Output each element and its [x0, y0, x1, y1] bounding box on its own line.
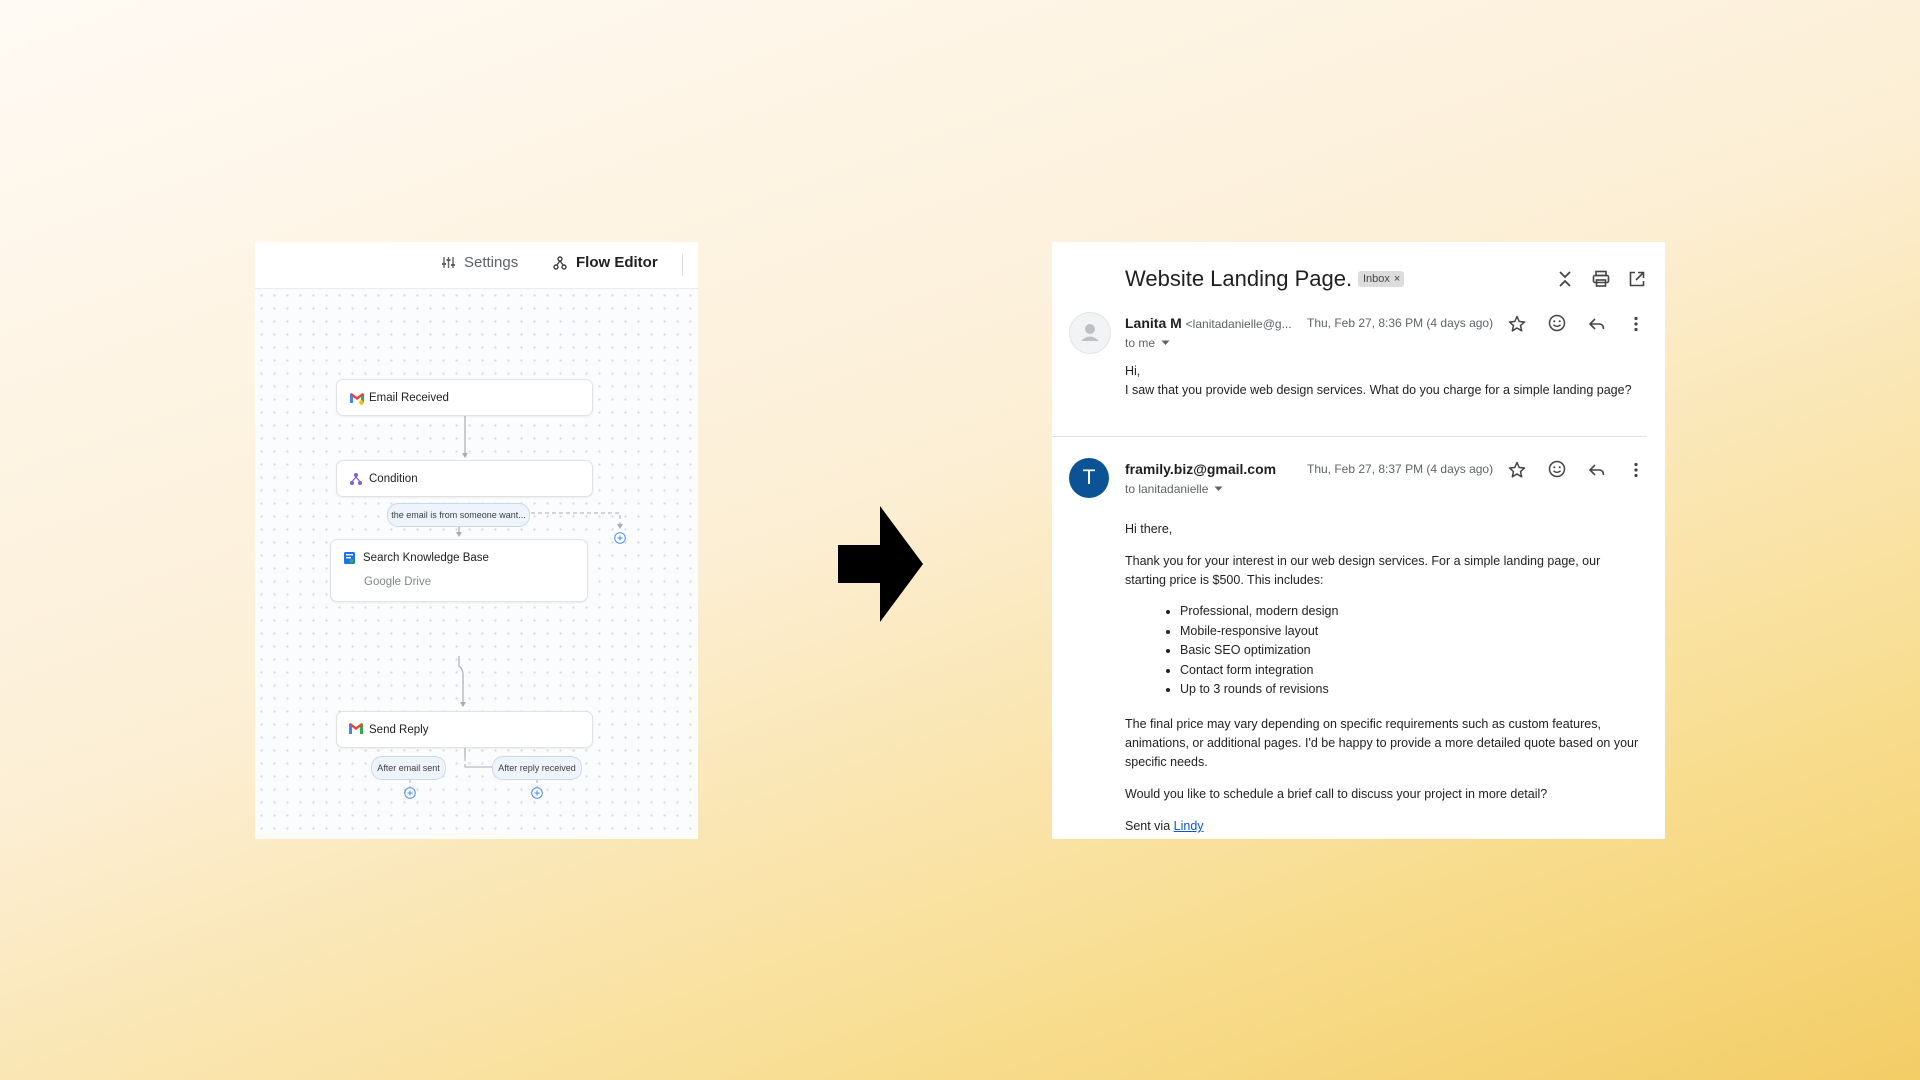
list-item: Up to 3 rounds of revisions: [1180, 680, 1338, 700]
tab-settings[interactable]: Settings: [442, 254, 518, 271]
default-person-icon: [1081, 324, 1099, 341]
signature-prefix: Sent via: [1125, 819, 1174, 833]
message2-intro: Thank you for your interest in our web d…: [1125, 554, 1601, 587]
star-icon[interactable]: [1507, 460, 1527, 480]
condition-icon: [350, 473, 362, 485]
node-send-reply[interactable]: Send Reply: [336, 711, 593, 748]
inbox-label-text: Inbox: [1363, 273, 1390, 285]
sender-avatar-letter: T: [1082, 466, 1096, 489]
tab-settings-label: Settings: [464, 254, 519, 271]
list-item: Professional, modern design: [1180, 602, 1338, 622]
node-search-kb-title: Search Knowledge Base: [363, 552, 489, 564]
chevron-down-icon: [1161, 340, 1170, 345]
message1-body: I saw that you provide web design servic…: [1125, 383, 1632, 397]
after-reply-received-label: After reply received: [498, 763, 576, 773]
right-arrow-icon: [838, 506, 923, 622]
flow-icon: [553, 255, 567, 270]
after-email-sent-label: After email sent: [377, 763, 440, 773]
star-icon[interactable]: [1507, 314, 1527, 334]
node-send-reply-title: Send Reply: [369, 724, 429, 736]
message-separator: [1052, 436, 1647, 437]
print-icon[interactable]: [1591, 269, 1611, 289]
node-search-kb-source: Google Drive: [364, 576, 432, 588]
sender-avatar[interactable]: [1069, 312, 1111, 354]
node-email-received-title: Email Received: [369, 392, 449, 404]
after-email-sent-pill[interactable]: After email sent: [371, 756, 446, 780]
feature-list: Professional, modern design Mobile-respo…: [1125, 602, 1338, 700]
message1-greeting: Hi,: [1125, 364, 1141, 378]
message1-sender: Lanita M <lanitadanielle@g...: [1125, 315, 1292, 331]
list-item: Mobile-responsive layout: [1180, 622, 1338, 642]
collapse-all-icon[interactable]: [1555, 269, 1575, 289]
email-thread-panel: Website Landing Page. Inbox × Lanita M <…: [1052, 242, 1665, 839]
add-step-icon[interactable]: [404, 787, 416, 799]
message1-recipients[interactable]: to me: [1125, 336, 1170, 350]
message1-sender-name: Lanita M: [1125, 315, 1182, 331]
gmail-icon: [349, 723, 363, 734]
message2-greeting: Hi there,: [1125, 522, 1173, 536]
email-subject: Website Landing Page.: [1125, 266, 1353, 291]
flow-canvas[interactable]: Email Received Condition the email is fr…: [255, 289, 698, 839]
after-reply-received-pill[interactable]: After reply received: [492, 756, 582, 780]
tab-flow-editor-label: Flow Editor: [576, 254, 658, 271]
flow-editor-header: Settings Flow Editor: [255, 242, 698, 289]
emoji-reaction-icon[interactable]: [1547, 313, 1567, 333]
sender-avatar[interactable]: T: [1069, 458, 1109, 498]
list-item: Contact form integration: [1180, 661, 1338, 681]
condition-branch-pill[interactable]: the email is from someone want...: [387, 503, 530, 527]
knowledge-base-icon: [344, 552, 355, 564]
lindy-link[interactable]: Lindy: [1174, 819, 1204, 833]
message2-recipients[interactable]: to lanitadanielle: [1125, 482, 1223, 496]
node-condition-title: Condition: [369, 473, 418, 485]
emoji-reaction-icon[interactable]: [1547, 459, 1567, 479]
inbox-label-remove[interactable]: ×: [1394, 273, 1400, 285]
settings-sliders-icon: [442, 257, 455, 268]
more-options-icon[interactable]: [1626, 460, 1646, 480]
reply-icon[interactable]: [1587, 314, 1607, 334]
flow-editor-panel: Settings Flow Editor Email Received Cond…: [255, 242, 698, 839]
more-options-icon[interactable]: [1626, 314, 1646, 334]
message1-sender-email: <lanitadanielle@g...: [1185, 317, 1292, 331]
condition-branch-label: the email is from someone want...: [391, 510, 526, 520]
chevron-down-icon: [1214, 486, 1223, 491]
node-search-knowledge-base[interactable]: Search Knowledge Base Google Drive: [330, 539, 588, 602]
message2-question: Would you like to schedule a brief call …: [1125, 787, 1548, 801]
header-divider: [682, 254, 683, 276]
gmail-icon: [350, 393, 364, 405]
node-condition[interactable]: Condition: [336, 460, 593, 497]
message2-signature: Sent via Lindy: [1125, 817, 1204, 836]
message2-sender-email: framily.biz@gmail.com: [1125, 461, 1277, 477]
open-in-new-window-icon[interactable]: [1627, 269, 1647, 289]
reply-icon[interactable]: [1587, 460, 1607, 480]
message2-pricing-note: The final price may vary depending on sp…: [1125, 717, 1639, 769]
message2-to-label: to lanitadanielle: [1125, 482, 1209, 496]
message2-date: Thu, Feb 27, 8:37 PM (4 days ago): [1307, 462, 1494, 476]
list-item: Basic SEO optimization: [1180, 641, 1338, 661]
tab-flow-editor[interactable]: Flow Editor: [553, 254, 658, 271]
message1-to-label: to me: [1125, 336, 1156, 350]
message1-date: Thu, Feb 27, 8:36 PM (4 days ago): [1307, 316, 1494, 330]
node-email-received[interactable]: Email Received: [336, 379, 593, 416]
add-step-icon[interactable]: [531, 787, 543, 799]
add-step-icon[interactable]: [614, 532, 626, 544]
inbox-label-chip[interactable]: Inbox ×: [1358, 271, 1405, 287]
